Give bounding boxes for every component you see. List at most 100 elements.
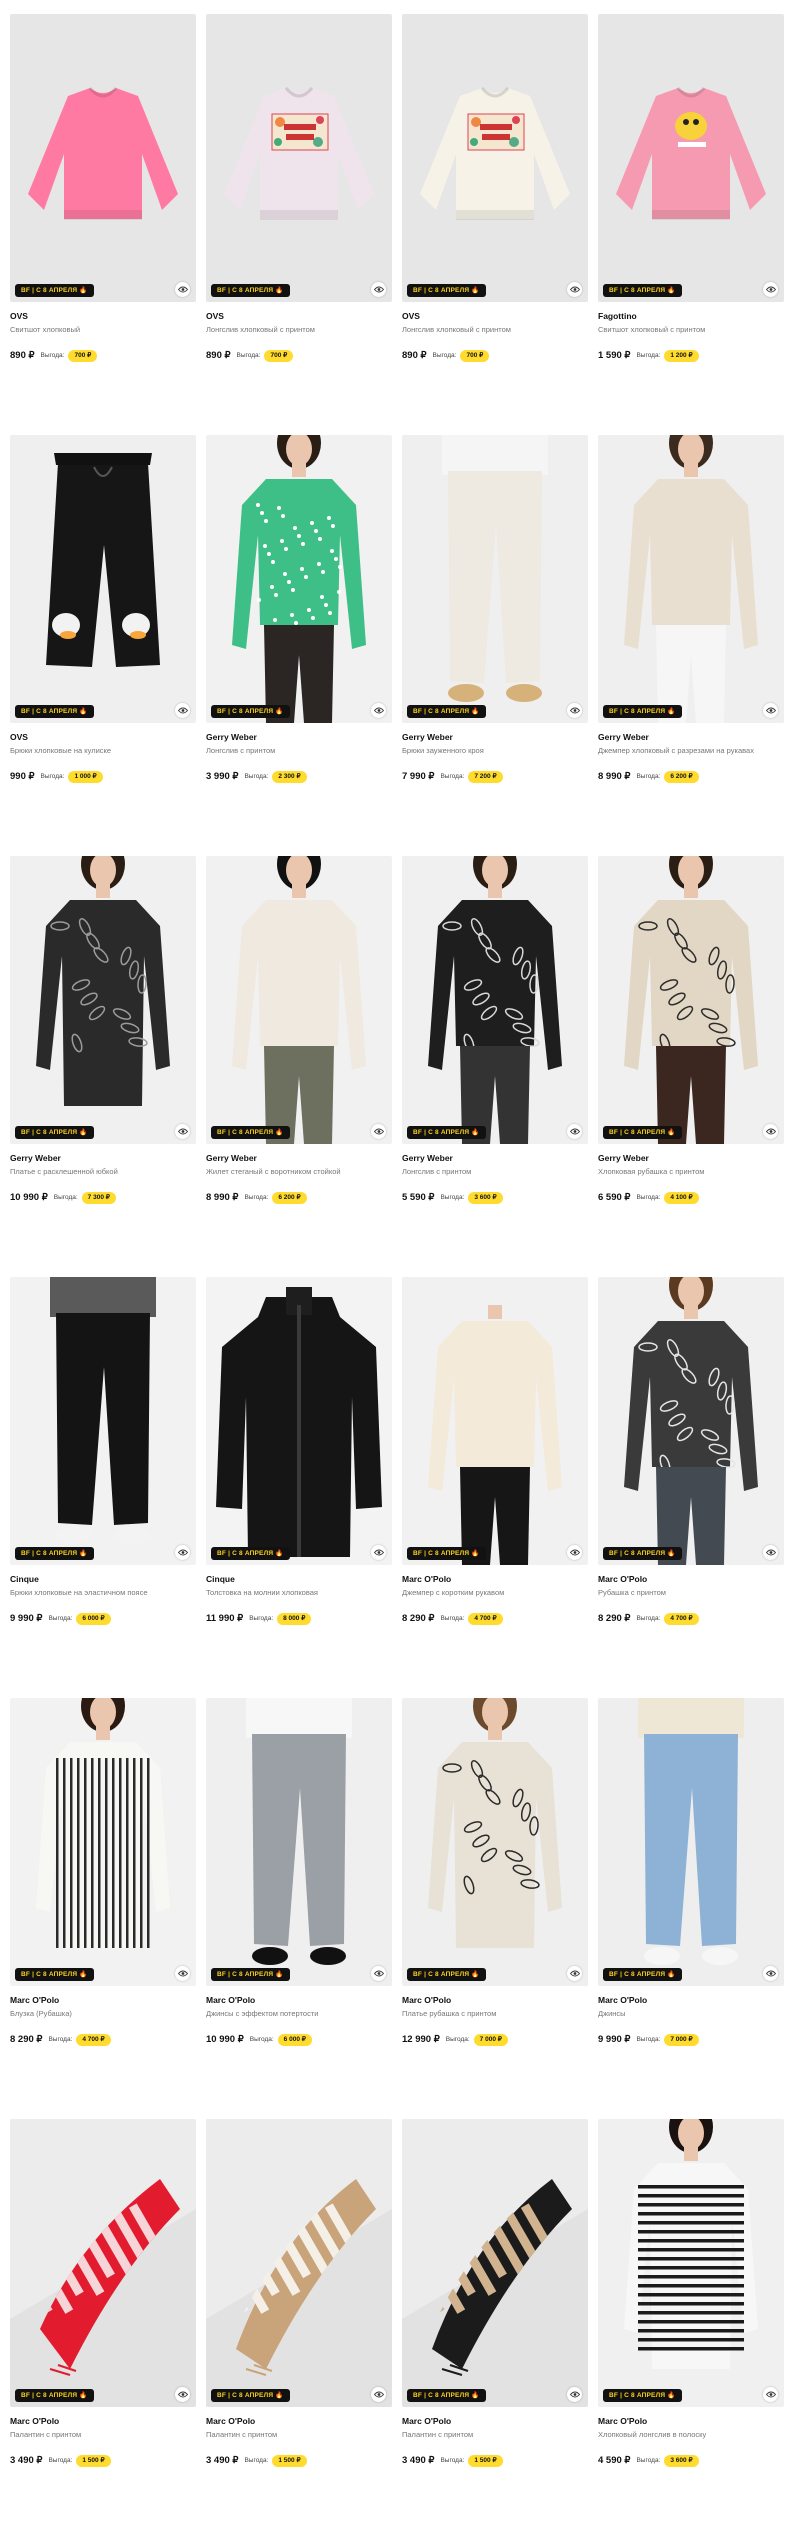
product-image[interactable]: BF | С 8 АПРЕЛЯ 🔥 xyxy=(598,1698,784,1986)
quick-view-icon[interactable] xyxy=(371,1966,386,1981)
product-brand[interactable]: Marc O'Polo xyxy=(402,1574,588,1585)
product-brand[interactable]: Marc O'Polo xyxy=(598,1995,784,2006)
product-card[interactable]: BF | С 8 АПРЕЛЯ 🔥 Gerry Weber Лонгслив с… xyxy=(402,856,588,1277)
product-card[interactable]: BF | С 8 АПРЕЛЯ 🔥 OVS Свитшот хлопковый … xyxy=(10,14,196,435)
product-card[interactable]: BF | С 8 АПРЕЛЯ 🔥 Gerry Weber Хлопковая … xyxy=(598,856,784,1277)
product-brand[interactable]: Marc O'Polo xyxy=(206,1995,392,2006)
product-card[interactable]: BF | С 8 АПРЕЛЯ 🔥 Marc O'Polo Палантин с… xyxy=(10,2119,196,2540)
product-brand[interactable]: Cinque xyxy=(206,1574,392,1585)
product-image[interactable]: BF | С 8 АПРЕЛЯ 🔥 xyxy=(206,856,392,1144)
quick-view-icon[interactable] xyxy=(371,703,386,718)
quick-view-icon[interactable] xyxy=(175,1545,190,1560)
product-card[interactable]: BF | С 8 АПРЕЛЯ 🔥 OVS Лонгслив хлопковый… xyxy=(402,14,588,435)
product-name[interactable]: Толстовка на молнии хлопковая xyxy=(206,1588,392,1598)
product-image[interactable]: BF | С 8 АПРЕЛЯ 🔥 xyxy=(206,435,392,723)
product-card[interactable]: BF | С 8 АПРЕЛЯ 🔥 Marc O'Polo Хлопковый … xyxy=(598,2119,784,2540)
quick-view-icon[interactable] xyxy=(763,2387,778,2402)
product-brand[interactable]: OVS xyxy=(10,311,196,322)
product-name[interactable]: Свитшот хлопковый xyxy=(10,325,196,335)
product-image[interactable]: BF | С 8 АПРЕЛЯ 🔥 xyxy=(402,1698,588,1986)
quick-view-icon[interactable] xyxy=(763,282,778,297)
product-name[interactable]: Рубашка с принтом xyxy=(598,1588,784,1598)
product-brand[interactable]: Gerry Weber xyxy=(206,732,392,743)
product-name[interactable]: Брюки хлопковые на кулиске xyxy=(10,746,196,756)
product-card[interactable]: BF | С 8 АПРЕЛЯ 🔥 Gerry Weber Платье с р… xyxy=(10,856,196,1277)
product-image[interactable]: BF | С 8 АПРЕЛЯ 🔥 xyxy=(10,14,196,302)
product-image[interactable]: BF | С 8 АПРЕЛЯ 🔥 xyxy=(10,856,196,1144)
quick-view-icon[interactable] xyxy=(175,1966,190,1981)
quick-view-icon[interactable] xyxy=(371,1545,386,1560)
product-image[interactable]: BF | С 8 АПРЕЛЯ 🔥 xyxy=(598,856,784,1144)
product-name[interactable]: Хлопковая рубашка с принтом xyxy=(598,1167,784,1177)
quick-view-icon[interactable] xyxy=(567,282,582,297)
quick-view-icon[interactable] xyxy=(371,282,386,297)
product-image[interactable]: BF | С 8 АПРЕЛЯ 🔥 xyxy=(402,14,588,302)
product-image[interactable]: BF | С 8 АПРЕЛЯ 🔥 xyxy=(10,435,196,723)
product-image[interactable]: BF | С 8 АПРЕЛЯ 🔥 xyxy=(402,435,588,723)
product-card[interactable]: BF | С 8 АПРЕЛЯ 🔥 Fagottino Свитшот хлоп… xyxy=(598,14,784,435)
product-brand[interactable]: OVS xyxy=(10,732,196,743)
product-name[interactable]: Джемпер с коротким рукавом xyxy=(402,1588,588,1598)
product-brand[interactable]: Marc O'Polo xyxy=(10,1995,196,2006)
quick-view-icon[interactable] xyxy=(567,1124,582,1139)
product-card[interactable]: BF | С 8 АПРЕЛЯ 🔥 OVS Брюки хлопковые на… xyxy=(10,435,196,856)
product-name[interactable]: Жилет стеганый с воротником стойкой xyxy=(206,1167,392,1177)
product-brand[interactable]: Marc O'Polo xyxy=(206,2416,392,2427)
product-image[interactable]: BF | С 8 АПРЕЛЯ 🔥 xyxy=(10,1698,196,1986)
product-card[interactable]: BF | С 8 АПРЕЛЯ 🔥 Marc O'Polo Джинсы 9 9… xyxy=(598,1698,784,2119)
product-image[interactable]: BF | С 8 АПРЕЛЯ 🔥 xyxy=(10,2119,196,2407)
quick-view-icon[interactable] xyxy=(175,1124,190,1139)
quick-view-icon[interactable] xyxy=(567,703,582,718)
product-name[interactable]: Брюки зауженного кроя xyxy=(402,746,588,756)
product-brand[interactable]: Gerry Weber xyxy=(402,1153,588,1164)
quick-view-icon[interactable] xyxy=(371,1124,386,1139)
product-name[interactable]: Лонгслив хлопковый с принтом xyxy=(402,325,588,335)
product-card[interactable]: BF | С 8 АПРЕЛЯ 🔥 Marc O'Polo Платье руб… xyxy=(402,1698,588,2119)
product-brand[interactable]: OVS xyxy=(402,311,588,322)
product-brand[interactable]: Gerry Weber xyxy=(598,1153,784,1164)
product-brand[interactable]: Gerry Weber xyxy=(598,732,784,743)
product-name[interactable]: Палантин с принтом xyxy=(10,2430,196,2440)
quick-view-icon[interactable] xyxy=(763,1966,778,1981)
product-card[interactable]: BF | С 8 АПРЕЛЯ 🔥 Marc O'Polo Палантин с… xyxy=(402,2119,588,2540)
product-image[interactable]: BF | С 8 АПРЕЛЯ 🔥 xyxy=(598,1277,784,1565)
product-brand[interactable]: Marc O'Polo xyxy=(402,1995,588,2006)
product-brand[interactable]: Marc O'Polo xyxy=(10,2416,196,2427)
product-name[interactable]: Джинсы с эффектом потертости xyxy=(206,2009,392,2019)
product-image[interactable]: BF | С 8 АПРЕЛЯ 🔥 xyxy=(598,435,784,723)
product-brand[interactable]: OVS xyxy=(206,311,392,322)
product-card[interactable]: BF | С 8 АПРЕЛЯ 🔥 Marc O'Polo Рубашка с … xyxy=(598,1277,784,1698)
product-name[interactable]: Хлопковый лонгслив в полоску xyxy=(598,2430,784,2440)
product-brand[interactable]: Marc O'Polo xyxy=(598,2416,784,2427)
product-name[interactable]: Палантин с принтом xyxy=(206,2430,392,2440)
quick-view-icon[interactable] xyxy=(763,703,778,718)
product-image[interactable]: BF | С 8 АПРЕЛЯ 🔥 xyxy=(206,1698,392,1986)
product-image[interactable]: BF | С 8 АПРЕЛЯ 🔥 xyxy=(206,14,392,302)
product-name[interactable]: Палантин с принтом xyxy=(402,2430,588,2440)
product-image[interactable]: BF | С 8 АПРЕЛЯ 🔥 xyxy=(206,2119,392,2407)
product-card[interactable]: BF | С 8 АПРЕЛЯ 🔥 OVS Лонгслив хлопковый… xyxy=(206,14,392,435)
product-brand[interactable]: Gerry Weber xyxy=(206,1153,392,1164)
product-card[interactable]: BF | С 8 АПРЕЛЯ 🔥 Gerry Weber Лонгслив с… xyxy=(206,435,392,856)
product-brand[interactable]: Marc O'Polo xyxy=(598,1574,784,1585)
quick-view-icon[interactable] xyxy=(175,2387,190,2402)
product-brand[interactable]: Marc O'Polo xyxy=(402,2416,588,2427)
product-brand[interactable]: Gerry Weber xyxy=(402,732,588,743)
quick-view-icon[interactable] xyxy=(175,703,190,718)
product-name[interactable]: Лонгслив с принтом xyxy=(206,746,392,756)
product-card[interactable]: BF | С 8 АПРЕЛЯ 🔥 Gerry Weber Жилет стег… xyxy=(206,856,392,1277)
product-name[interactable]: Лонгслив хлопковый с принтом xyxy=(206,325,392,335)
quick-view-icon[interactable] xyxy=(763,1124,778,1139)
product-image[interactable]: BF | С 8 АПРЕЛЯ 🔥 xyxy=(402,1277,588,1565)
product-card[interactable]: BF | С 8 АПРЕЛЯ 🔥 Marc O'Polo Джемпер с … xyxy=(402,1277,588,1698)
product-image[interactable]: BF | С 8 АПРЕЛЯ 🔥 xyxy=(206,1277,392,1565)
quick-view-icon[interactable] xyxy=(763,1545,778,1560)
product-image[interactable]: BF | С 8 АПРЕЛЯ 🔥 xyxy=(10,1277,196,1565)
product-brand[interactable]: Gerry Weber xyxy=(10,1153,196,1164)
product-image[interactable]: BF | С 8 АПРЕЛЯ 🔥 xyxy=(598,2119,784,2407)
product-card[interactable]: BF | С 8 АПРЕЛЯ 🔥 Marc O'Polo Блузка (Ру… xyxy=(10,1698,196,2119)
product-brand[interactable]: Cinque xyxy=(10,1574,196,1585)
product-name[interactable]: Платье рубашка с принтом xyxy=(402,2009,588,2019)
product-name[interactable]: Брюки хлопковые на эластичном поясе xyxy=(10,1588,196,1598)
quick-view-icon[interactable] xyxy=(567,2387,582,2402)
